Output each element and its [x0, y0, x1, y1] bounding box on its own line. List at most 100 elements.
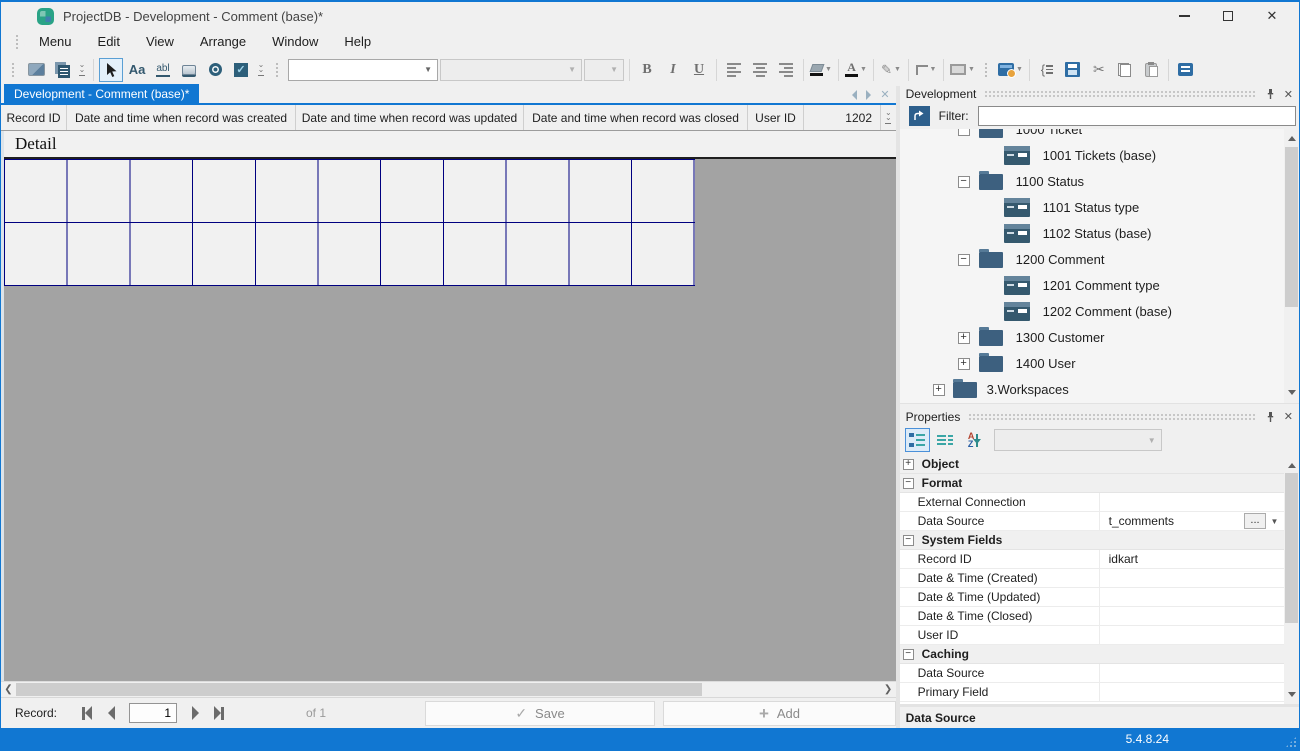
property-row[interactable]: Date & Time (Updated) ▼ [899, 588, 1285, 608]
design-surface[interactable]: Detail [1, 131, 896, 681]
italic-button[interactable]: I [661, 58, 685, 82]
category-expander-icon[interactable]: − [902, 648, 914, 660]
checkbox-tool-button[interactable]: ✓ [229, 58, 253, 82]
tree-item[interactable]: − 1200 Comment [900, 247, 1284, 273]
properties-panel-header[interactable]: Properties ✕ [899, 408, 1299, 426]
tree-item[interactable]: 1101 Status type [900, 195, 1284, 221]
copy-button[interactable] [1113, 58, 1137, 82]
tree-item[interactable]: 1201 Comment type [900, 273, 1284, 299]
border-corner-button[interactable]: ▼ [914, 58, 938, 82]
previous-record-button[interactable] [99, 702, 123, 724]
close-panel-icon[interactable]: ✕ [1284, 88, 1293, 101]
property-row[interactable]: Date & Time (Closed) ▼ [899, 607, 1285, 627]
properties-scrollbar-thumb[interactable] [1285, 473, 1299, 624]
tab-scroll-right-icon[interactable] [866, 90, 872, 100]
close-panel-icon[interactable]: ✕ [1284, 410, 1293, 423]
tree-item[interactable]: + 1300 Customer [900, 325, 1284, 351]
menu-item-arrange[interactable]: Arrange [187, 32, 259, 51]
tree-expander-icon[interactable]: + [932, 383, 945, 396]
property-row[interactable]: Date & Time (Created) ▼ [899, 569, 1285, 589]
properties-scroll-up-button[interactable] [1284, 457, 1299, 472]
tree-expander-icon[interactable]: − [957, 128, 970, 136]
category-expander-icon[interactable]: + [902, 458, 914, 470]
tree-item[interactable]: − 1000 Ticket [900, 128, 1284, 143]
last-record-button[interactable] [207, 702, 231, 724]
field-column-header[interactable]: Date and time when record was updated [296, 105, 524, 130]
property-value[interactable]: ▼ [1100, 588, 1284, 606]
tree-vertical-scrollbar[interactable] [1284, 128, 1299, 403]
tree-expander-icon[interactable]: − [957, 175, 970, 188]
property-object-combobox[interactable]: ▼ [993, 429, 1162, 452]
field-column-header[interactable]: Record ID [1, 105, 67, 130]
font-color-button[interactable]: A ▼ [844, 58, 868, 82]
add-record-button[interactable]: + Add [663, 701, 896, 726]
tree-item[interactable]: + 1400 User [900, 351, 1284, 377]
toolbar-grip-handle-2[interactable] [275, 61, 280, 78]
property-value[interactable]: t_comments ... ▼ [1100, 512, 1284, 530]
tree-item[interactable]: 1001 Tickets (base) [900, 143, 1284, 169]
horizontal-scrollbar[interactable]: ❮ ❯ [1, 681, 896, 697]
property-row[interactable]: User ID ▼ [899, 626, 1285, 646]
save-button[interactable] [1061, 58, 1085, 82]
save-record-button[interactable]: ✓ Save [425, 701, 655, 726]
pin-icon[interactable] [1265, 88, 1276, 100]
pen-style-button[interactable]: ✎ ▼ [879, 58, 903, 82]
tree-expander-icon[interactable]: − [957, 253, 970, 266]
property-value[interactable]: ▼ [1100, 493, 1284, 511]
fill-color-button[interactable]: ▼ [809, 58, 833, 82]
property-category-row[interactable]: − Format [899, 474, 1285, 494]
menu-item-view[interactable]: View [133, 32, 187, 51]
chevron-down-icon[interactable]: ▼ [1266, 513, 1283, 529]
tree-item[interactable]: 1102 Status (base) [900, 221, 1284, 247]
textbox-tool-button[interactable]: abl [151, 58, 175, 82]
tab-close-icon[interactable]: ✕ [880, 90, 889, 101]
field-list-button[interactable]: { [1035, 58, 1059, 82]
detail-band-header[interactable]: Detail [4, 131, 896, 159]
property-row[interactable]: Data Source t_comments ... ▼ [899, 512, 1285, 532]
close-button[interactable]: ✕ [1257, 5, 1287, 27]
scrollbar-thumb[interactable] [16, 682, 702, 696]
scrollbar-track[interactable] [16, 682, 881, 698]
column-overflow-button[interactable]: ⌄ ⌄ [881, 105, 896, 130]
tree-item[interactable]: + 3.Workspaces [900, 377, 1284, 403]
window-options-button[interactable]: ▼ [997, 58, 1024, 82]
radio-tool-button[interactable] [203, 58, 227, 82]
property-row[interactable]: Record ID idkart ▼ [899, 550, 1285, 570]
locate-object-button[interactable] [908, 105, 930, 126]
bold-button[interactable]: B [635, 58, 659, 82]
category-expander-icon[interactable]: − [902, 477, 914, 489]
next-record-button[interactable] [183, 702, 207, 724]
property-value[interactable]: ▼ [1100, 626, 1284, 644]
menu-item-help[interactable]: Help [331, 32, 384, 51]
tree-scrollbar-thumb[interactable] [1285, 146, 1299, 307]
menu-grip-handle[interactable] [15, 33, 20, 50]
properties-vertical-scrollbar[interactable] [1284, 455, 1299, 705]
font-size-combobox[interactable]: ▼ [584, 58, 624, 81]
select-tool-button[interactable] [99, 57, 123, 82]
category-expander-icon[interactable]: − [902, 534, 914, 546]
tab-development-comment-base[interactable]: Development - Comment (base)* [4, 84, 200, 103]
underline-button[interactable]: U [687, 58, 711, 82]
field-column-header[interactable]: 1202 [804, 105, 881, 130]
menu-item-window[interactable]: Window [259, 32, 331, 51]
first-record-button[interactable] [75, 702, 99, 724]
pages-button[interactable] [50, 58, 74, 82]
list-view-button[interactable] [933, 428, 958, 452]
property-category-row[interactable]: + Object [899, 455, 1285, 475]
property-row[interactable]: External Connection ▼ [899, 493, 1285, 513]
menu-item-edit[interactable]: Edit [85, 32, 133, 51]
scroll-left-button[interactable]: ❮ [1, 682, 16, 698]
property-category-row[interactable]: − Caching [899, 645, 1285, 665]
toolbar-grip-handle-3[interactable] [983, 61, 989, 78]
align-left-button[interactable] [722, 58, 746, 82]
tab-scroll-left-icon[interactable] [852, 90, 858, 100]
filter-input[interactable] [977, 105, 1297, 126]
font-style-combobox[interactable]: ▼ [440, 58, 582, 81]
pin-icon[interactable] [1265, 411, 1276, 423]
tree-expander-icon[interactable]: + [957, 331, 970, 344]
field-column-header[interactable]: Date and time when record was created [67, 105, 296, 130]
menu-item-menu[interactable]: Menu [26, 32, 85, 51]
alphabetical-sort-button[interactable]: AZ [961, 428, 986, 452]
property-value[interactable]: idkart ▼ [1100, 550, 1284, 568]
form-image-button[interactable] [24, 58, 48, 82]
